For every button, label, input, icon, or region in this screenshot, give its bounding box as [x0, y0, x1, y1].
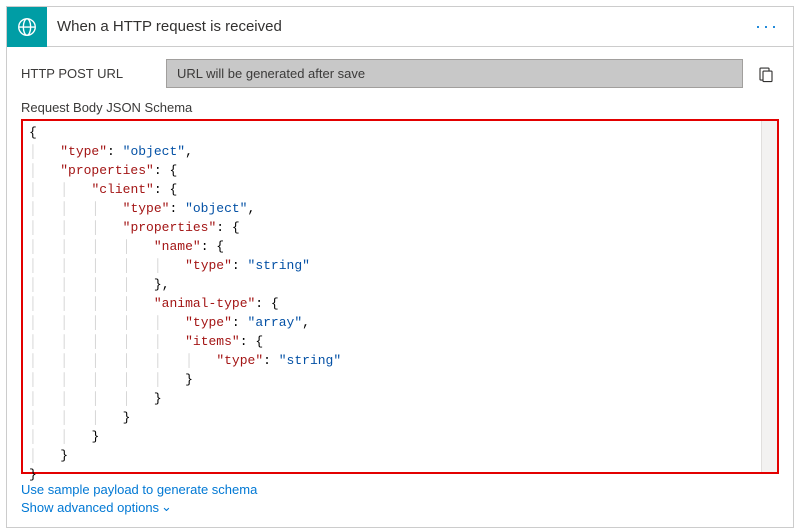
schema-editor[interactable]: {│ "type": "object",│ "properties": {│ │… — [21, 119, 779, 474]
code-line: │ } — [29, 446, 771, 465]
code-line: │ │ │ │ │ "items": { — [29, 332, 771, 351]
code-line: │ │ │ } — [29, 408, 771, 427]
code-line: │ │ │ │ │ "type": "string" — [29, 256, 771, 275]
url-readonly-field: URL will be generated after save — [166, 59, 743, 88]
card-menu-button[interactable]: ··· — [749, 16, 785, 37]
copy-icon — [757, 65, 775, 83]
chevron-down-icon: ⌄ — [161, 499, 172, 515]
code-line: │ "properties": { — [29, 161, 771, 180]
code-line: } — [29, 465, 771, 484]
card-footer-links: Use sample payload to generate schema Sh… — [7, 480, 793, 527]
copy-url-button[interactable] — [753, 61, 779, 87]
code-line: { — [29, 123, 771, 142]
code-line: │ │ } — [29, 427, 771, 446]
trigger-card: When a HTTP request is received ··· HTTP… — [6, 6, 794, 528]
url-row: HTTP POST URL URL will be generated afte… — [7, 47, 793, 96]
code-line: │ │ │ │ "name": { — [29, 237, 771, 256]
sample-payload-link[interactable]: Use sample payload to generate schema — [21, 482, 779, 497]
code-line: │ │ │ "properties": { — [29, 218, 771, 237]
code-line: │ │ │ │ } — [29, 389, 771, 408]
http-request-icon — [7, 7, 47, 47]
url-label: HTTP POST URL — [21, 66, 156, 81]
scrollbar[interactable] — [761, 121, 777, 472]
code-line: │ │ "client": { — [29, 180, 771, 199]
card-title: When a HTTP request is received — [47, 18, 749, 35]
show-advanced-link[interactable]: Show advanced options ⌄ — [21, 499, 779, 515]
schema-label: Request Body JSON Schema — [7, 96, 793, 119]
code-line: │ │ │ │ "animal-type": { — [29, 294, 771, 313]
code-line: │ │ │ │ │ │ "type": "string" — [29, 351, 771, 370]
code-line: │ │ │ │ }, — [29, 275, 771, 294]
code-line: │ "type": "object", — [29, 142, 771, 161]
card-header[interactable]: When a HTTP request is received ··· — [7, 7, 793, 47]
code-line: │ │ │ "type": "object", — [29, 199, 771, 218]
code-line: │ │ │ │ │ } — [29, 370, 771, 389]
code-line: │ │ │ │ │ "type": "array", — [29, 313, 771, 332]
